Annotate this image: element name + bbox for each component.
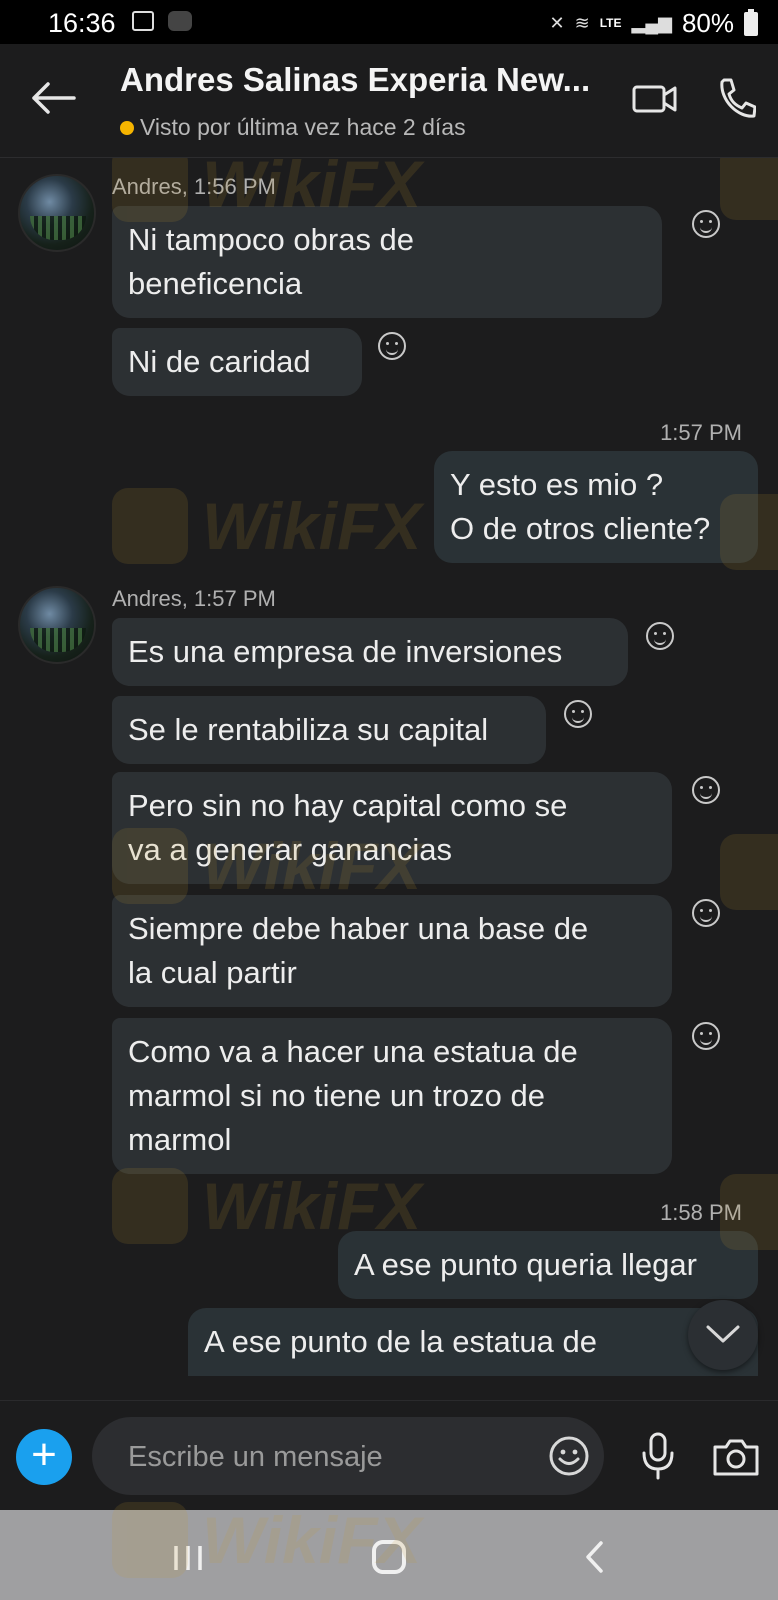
message-field[interactable]	[92, 1417, 604, 1495]
incoming-message[interactable]: Es una empresa de inversiones	[112, 618, 628, 686]
presence-text: Visto por última vez hace 2 días	[140, 114, 466, 140]
incoming-message[interactable]: Ni tampoco obras de beneficencia	[112, 206, 662, 318]
scroll-to-bottom-button[interactable]	[688, 1300, 758, 1370]
microphone-icon[interactable]	[640, 1431, 676, 1481]
phone-call-icon[interactable]	[716, 76, 757, 120]
incoming-message[interactable]: Se le rentabiliza su capital	[112, 696, 546, 764]
away-status-icon	[120, 120, 134, 135]
outgoing-message[interactable]: A ese punto de la estatua de	[188, 1308, 758, 1376]
smiley-icon[interactable]	[692, 210, 720, 238]
youtube-notification-icon	[168, 11, 192, 31]
outgoing-message[interactable]: Y esto es mio ? O de otros cliente?	[434, 451, 758, 563]
watermark-logo	[112, 1168, 188, 1244]
smiley-icon[interactable]	[692, 776, 720, 804]
incoming-message[interactable]: Como va a hacer una estatua de marmol si…	[112, 1018, 672, 1174]
smiley-icon[interactable]	[378, 332, 406, 360]
presence-status: Visto por última vez hace 2 días	[120, 114, 466, 141]
sender-timestamp: Andres, 1:57 PM	[112, 586, 276, 611]
smiley-icon[interactable]	[564, 700, 592, 728]
message-time: 1:58 PM	[660, 1200, 742, 1225]
chevron-down-icon	[706, 1325, 740, 1343]
sender-timestamp: Andres, 1:56 PM	[112, 174, 276, 199]
watermark-logo	[720, 158, 778, 220]
incoming-message[interactable]: Ni de caridad	[112, 328, 362, 396]
home-icon[interactable]	[372, 1540, 406, 1574]
lte-indicator: LTE	[599, 16, 622, 30]
status-time: 16:36	[48, 8, 116, 38]
watermark-text: WikiFX	[202, 489, 422, 563]
chat-header: Andres Salinas Experia New... Visto por …	[0, 44, 778, 158]
message-composer: +	[0, 1400, 778, 1510]
smiley-icon[interactable]	[646, 622, 674, 650]
smiley-icon[interactable]	[692, 1022, 720, 1050]
message-list[interactable]: Andres, 1:56 PM Ni tampoco obras de bene…	[0, 158, 778, 1400]
plus-icon[interactable]: +	[16, 1429, 72, 1485]
recent-apps-icon[interactable]	[172, 1544, 204, 1572]
contact-name[interactable]: Andres Salinas Experia New...	[120, 61, 590, 99]
message-time: 1:57 PM	[660, 420, 742, 445]
smiley-icon[interactable]	[692, 899, 720, 927]
system-nav-bar: WikiFX	[0, 1502, 778, 1600]
status-bar: 16:36 ✕ ≋ LTE ▂▄▆ 80%	[0, 0, 778, 44]
signal-icon: ▂▄▆	[631, 13, 672, 33]
watermark-logo	[720, 834, 778, 910]
status-indicators: ✕ ≋ LTE ▂▄▆ 80%	[550, 8, 758, 39]
watermark-logo	[112, 488, 188, 564]
message-input[interactable]	[128, 1439, 508, 1475]
outgoing-message[interactable]: A ese punto queria llegar	[338, 1231, 758, 1299]
back-arrow-icon[interactable]	[28, 78, 78, 118]
gallery-notification-icon	[132, 11, 154, 31]
camera-icon[interactable]	[712, 1437, 760, 1477]
mute-icon: ✕	[549, 13, 565, 33]
watermark: WikiFX	[112, 488, 421, 564]
nav-back-icon[interactable]	[584, 1540, 604, 1574]
battery-percent: 80%	[681, 8, 734, 38]
contact-avatar[interactable]	[18, 586, 96, 664]
incoming-message[interactable]: Siempre debe haber una base de la cual p…	[112, 895, 672, 1007]
video-call-icon[interactable]	[632, 82, 678, 116]
emoji-icon[interactable]	[548, 1435, 590, 1477]
incoming-message[interactable]: Pero sin no hay capital como se va a gen…	[112, 772, 672, 884]
vibrate-icon: ≋	[574, 13, 590, 33]
battery-icon	[744, 8, 758, 36]
contact-avatar[interactable]	[18, 174, 96, 252]
